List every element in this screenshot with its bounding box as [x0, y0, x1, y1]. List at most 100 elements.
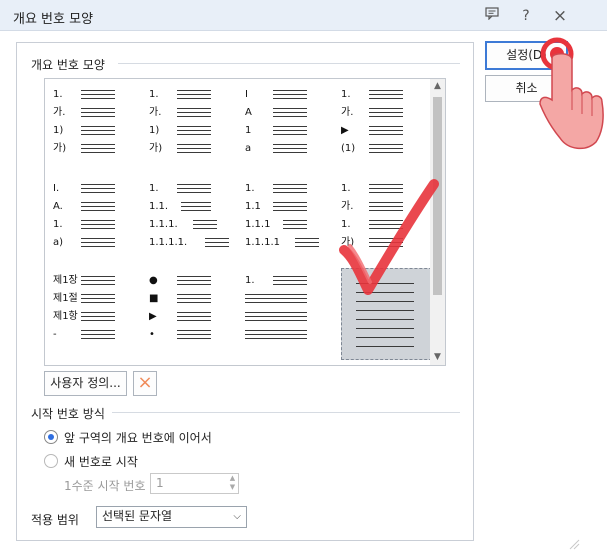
preset-line [273, 184, 307, 185]
preset-line [81, 210, 115, 211]
preset-line [177, 192, 211, 193]
preset-cell[interactable]: 1. 가. 1) 가) [149, 82, 245, 174]
preset-row: 1. [245, 272, 335, 290]
preset-line [356, 346, 414, 347]
preset-scrollbar[interactable]: ▲ ▼ [430, 79, 445, 365]
preset-row-label: ● [149, 275, 158, 286]
preset-row-label: A [245, 107, 252, 118]
scroll-up-icon[interactable]: ▲ [430, 79, 445, 94]
preset-line [369, 108, 403, 109]
preset-row: - [53, 326, 143, 344]
outline-shape-label: 개요 번호 모양 [31, 58, 105, 72]
preset-row: 가. [149, 104, 239, 122]
preset-line [273, 188, 307, 189]
separator [118, 63, 460, 64]
preset-row: 가) [149, 140, 239, 158]
preset-row-label: 1. [341, 219, 351, 230]
preset-line [245, 320, 307, 321]
preset-line [273, 116, 307, 117]
scroll-down-icon[interactable]: ▼ [430, 350, 445, 365]
preset-line [81, 126, 115, 127]
apply-scope-select[interactable]: 선택된 문자열 ⌵ [96, 506, 247, 528]
radio-continue[interactable] [44, 430, 58, 444]
preset-line [81, 334, 115, 335]
preset-cell[interactable] [341, 268, 437, 360]
preset-line [177, 116, 211, 117]
preset-cell[interactable]: 1. 1.1. 1.1.1. 1.1.1.1. [149, 176, 245, 268]
preset-cell[interactable]: IA 1 a [245, 82, 341, 174]
scroll-thumb[interactable] [433, 97, 442, 295]
radio-new-start-label[interactable]: 새 번호로 시작 [64, 453, 138, 470]
level1-start-input[interactable]: 1 [150, 473, 239, 494]
preset-row-label: 1.1.1. [149, 219, 178, 230]
preset-line [81, 90, 115, 91]
preset-line [273, 148, 307, 149]
preset-row: 1. [341, 180, 431, 198]
resize-grip-icon[interactable] [566, 536, 580, 550]
preset-cell[interactable]: 1. 가. 1. 가) [341, 176, 437, 268]
preset-row-label: 1. [245, 183, 255, 194]
cancel-button[interactable]: 취소 [485, 75, 568, 102]
preset-row-label: • [149, 329, 155, 340]
preset-line [273, 152, 307, 153]
preset-row-label: 가) [53, 143, 67, 154]
preset-cell[interactable]: ● ■ ▶ • [149, 268, 245, 360]
preset-row-label: 1.1 [245, 201, 261, 212]
preset-row: 1.1. [149, 198, 239, 216]
close-icon[interactable]: × [549, 5, 571, 27]
comment-icon[interactable] [481, 5, 503, 27]
preset-cell[interactable]: 1. 가. ▶ (1) [341, 82, 437, 174]
preset-row: ▶ [149, 308, 239, 326]
preset-line [369, 210, 403, 211]
preset-row-label: I [245, 89, 248, 100]
ok-button[interactable]: 설정(D) [485, 41, 568, 70]
preset-line [245, 338, 307, 339]
preset-line [245, 312, 307, 313]
preset-line [81, 206, 115, 207]
delete-icon[interactable]: × [133, 371, 157, 396]
preset-line [81, 316, 115, 317]
preset-row-label: 가. [53, 107, 66, 118]
preset-row-label: - [53, 329, 57, 340]
title-bar: 개요 번호 모양 ? × [0, 0, 607, 31]
radio-continue-label[interactable]: 앞 구역의 개요 번호에 이어서 [64, 429, 212, 446]
preset-cell[interactable]: 1. 가. 1) 가) [53, 82, 149, 174]
preset-line [177, 90, 211, 91]
preset-line [369, 242, 403, 243]
preset-line [81, 238, 115, 239]
preset-line [177, 126, 211, 127]
preset-row: 가. [341, 104, 431, 122]
preset-line [273, 202, 307, 203]
preset-row: 1. [341, 216, 431, 234]
preset-line [245, 302, 307, 303]
preset-line [273, 90, 307, 91]
preset-line [356, 292, 414, 293]
preset-row-label: 1. [149, 89, 159, 100]
preset-row-label: 1.1. [149, 201, 169, 212]
level1-stepper-icon[interactable]: ▲ ▼ [227, 474, 238, 493]
preset-line [81, 224, 115, 225]
preset-row: • [149, 326, 239, 344]
preset-row-label: 가) [149, 143, 163, 154]
preset-cell[interactable]: I. A. 1. a) [53, 176, 149, 268]
preset-line [369, 98, 403, 99]
preset-line [81, 192, 115, 193]
preset-row-label: 1 [245, 125, 252, 136]
help-icon[interactable]: ? [515, 5, 537, 27]
preset-line [81, 320, 115, 321]
preset-line [81, 116, 115, 117]
preset-line [283, 228, 307, 229]
preset-line [193, 220, 217, 221]
preset-row-label: 제1절 [53, 293, 78, 304]
preset-cell[interactable]: 1. 1.1 1.1.1 1.1.1.1 [245, 176, 341, 268]
preset-cell[interactable]: 제1장 제1절 제1항 - [53, 268, 149, 360]
preset-line [369, 152, 403, 153]
preset-row: ▶ [341, 122, 431, 140]
preset-line [81, 220, 115, 221]
preset-cell[interactable]: 1. [245, 268, 341, 360]
preset-line [81, 98, 115, 99]
custom-button[interactable]: 사용자 정의... [44, 371, 127, 396]
preset-row: 1. [149, 86, 239, 104]
preset-line [273, 192, 307, 193]
radio-new-start[interactable] [44, 454, 58, 468]
